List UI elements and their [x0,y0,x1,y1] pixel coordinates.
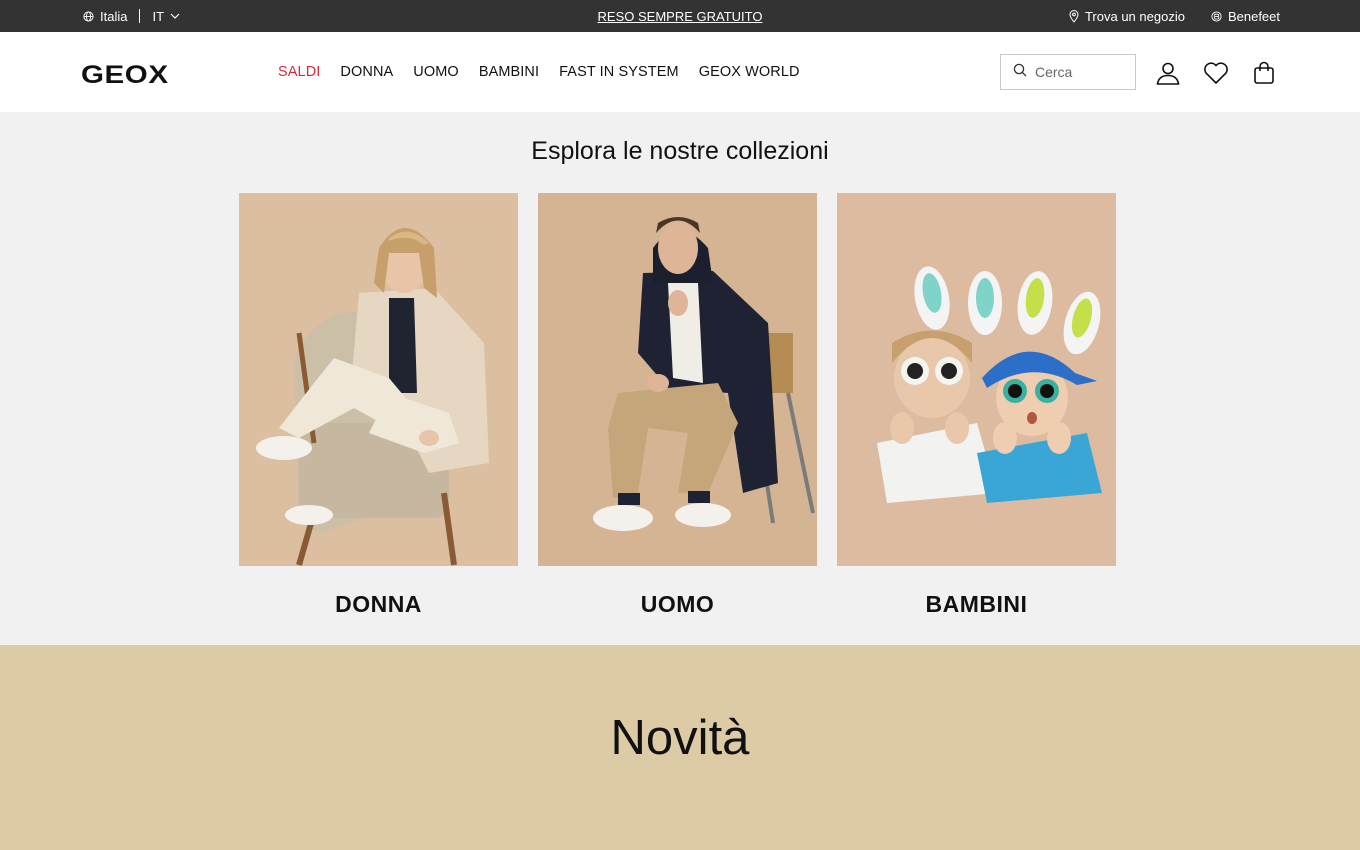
globe-icon [83,10,94,22]
novita-title: Novità [610,711,750,765]
geox-logo[interactable]: GEOX [81,61,169,90]
chevron-down-icon [170,13,180,20]
locale-selector[interactable]: Italia IT [83,0,180,32]
nav-item-geox-world[interactable]: GEOX WORLD [699,64,800,80]
main-nav: SALDI DONNA UOMO BAMBINI FAST IN SYSTEM … [278,32,800,112]
nav-item-uomo[interactable]: UOMO [413,64,459,80]
store-locator-label: Trova un negozio [1084,8,1185,24]
locale-divider [139,9,141,23]
collection-card-donna[interactable]: DONNA [239,193,518,617]
collection-image-bambini[interactable] [837,193,1116,566]
benefeet-label: Benefeet [1227,8,1280,24]
location-pin-icon [1069,9,1079,23]
language-label: IT [152,8,165,24]
country-label: Italia [100,8,128,24]
nav-item-donna[interactable]: DONNA [340,64,393,80]
benefeet-link[interactable]: Benefeet [1211,9,1280,24]
search-box[interactable] [1000,54,1136,90]
nav-item-saldi[interactable]: SALDI [278,64,320,80]
promo-link[interactable]: RESO SEMPRE GRATUITO [598,9,763,24]
collection-label-uomo[interactable]: UOMO [538,591,817,618]
collection-image-uomo[interactable] [538,193,817,566]
collection-card-bambini[interactable]: BAMBINI [837,193,1116,617]
store-locator-link[interactable]: Trova un negozio [1069,9,1185,24]
collection-image-donna[interactable] [239,193,518,566]
search-input[interactable] [1035,64,1125,80]
benefeet-icon [1211,10,1222,22]
bag-icon[interactable] [1251,60,1277,86]
nav-item-bambini[interactable]: BAMBINI [479,64,539,80]
collection-label-bambini[interactable]: BAMBINI [837,591,1116,618]
search-icon [1013,63,1027,82]
collection-label-donna[interactable]: DONNA [239,591,518,618]
collections-section: Esplora le nostre collezioni DONNA UOMO … [0,112,1360,645]
heart-icon[interactable] [1203,60,1229,86]
user-icon[interactable] [1155,60,1181,86]
collection-card-uomo[interactable]: UOMO [538,193,817,617]
collections-title: Esplora le nostre collezioni [531,137,829,165]
main-header: GEOX SALDI DONNA UOMO BAMBINI FAST IN SY… [0,32,1360,112]
nav-item-fast-in-system[interactable]: FAST IN SYSTEM [559,64,679,80]
top-utility-bar: Italia IT RESO SEMPRE GRATUITO Trova un … [0,0,1360,32]
novita-section: Novità [0,645,1360,850]
